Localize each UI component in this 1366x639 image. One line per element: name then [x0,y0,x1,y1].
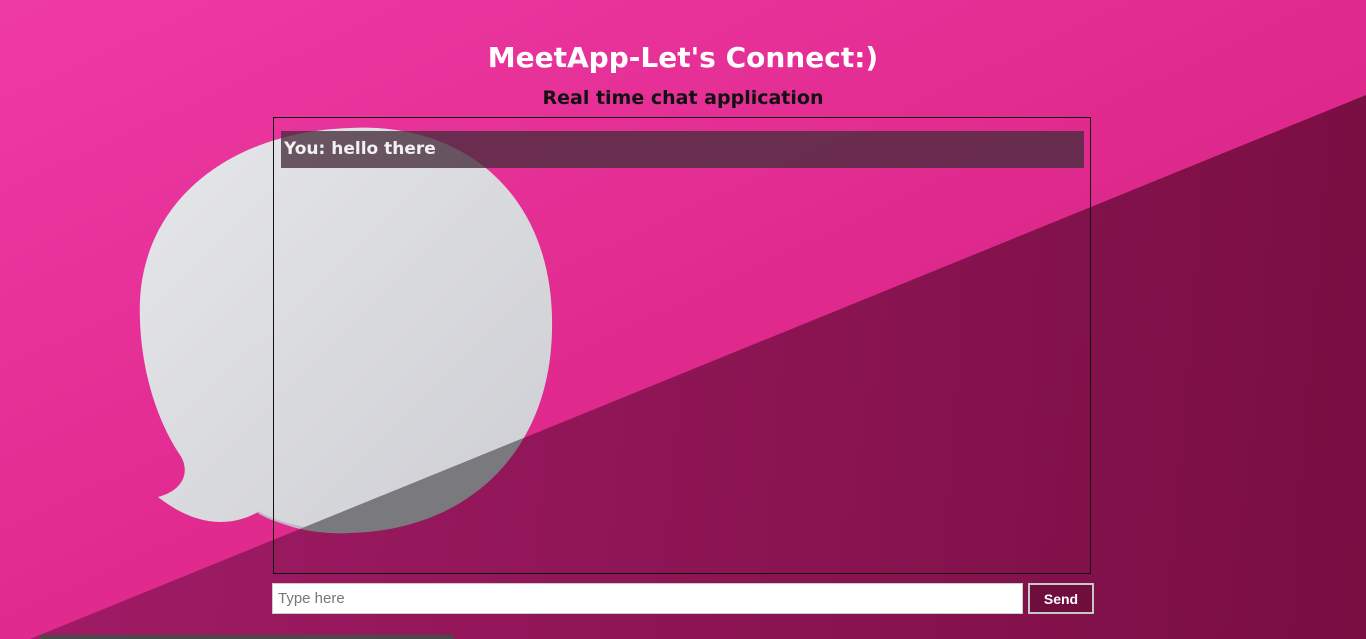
chat-messages-panel[interactable]: You: hello there [273,117,1091,574]
page-title: MeetApp-Let's Connect:) [487,41,879,74]
horizontal-scrollbar[interactable] [40,635,454,639]
chat-message: You: hello there [281,131,1084,168]
message-input[interactable] [272,583,1023,614]
send-button[interactable]: Send [1028,583,1094,614]
page-subtitle: Real time chat application [542,87,824,109]
